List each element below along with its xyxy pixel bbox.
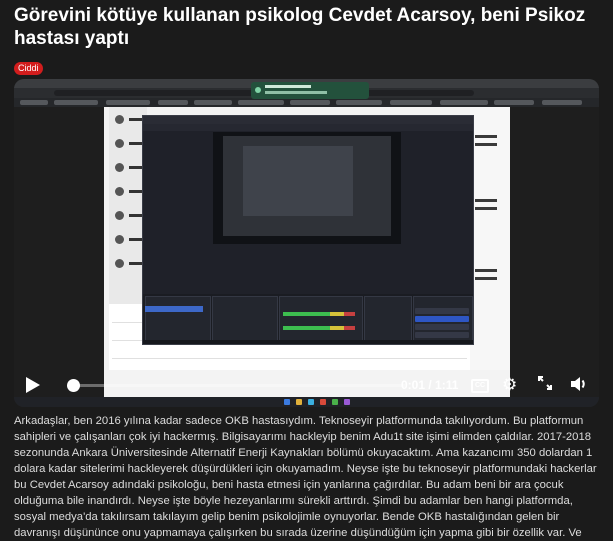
list-item [475, 199, 497, 202]
list-item [475, 207, 497, 210]
obs-status-bar [143, 340, 473, 344]
windows-taskbar [14, 397, 599, 407]
fullscreen-icon[interactable] [538, 376, 552, 390]
time-display: 0:01 / 1:11 [401, 378, 459, 392]
category-badge[interactable]: Ciddi [14, 62, 43, 75]
studio-mode-button [415, 332, 469, 338]
bookmark [494, 100, 534, 105]
notification-text [265, 91, 327, 94]
bookmark [20, 100, 48, 105]
list-item [475, 277, 497, 280]
gear-icon[interactable]: ⚙ [502, 376, 517, 394]
progress-track[interactable] [69, 384, 405, 387]
notification-title [265, 85, 311, 88]
avatar [115, 211, 124, 220]
avatar [115, 139, 124, 148]
avatar [115, 259, 124, 268]
obs-menu-bar [143, 124, 473, 131]
avatar [115, 163, 124, 172]
obs-preview [213, 132, 401, 244]
transitions-dock [364, 296, 412, 344]
sources-dock [212, 296, 278, 344]
obs-icon [255, 87, 261, 93]
video-player[interactable]: 0:01 / 1:11 CC ⚙ [14, 79, 599, 407]
bookmark [542, 100, 582, 105]
audio-mixer-dock [279, 296, 363, 344]
desktop-background-left [14, 107, 104, 397]
bookmark [238, 100, 284, 105]
desktop-background-right [510, 107, 599, 397]
play-icon[interactable] [26, 377, 40, 393]
bookmark [336, 100, 382, 105]
bookmark [290, 100, 330, 105]
table-row [112, 358, 467, 359]
bookmark [390, 100, 432, 105]
preview-nested-screen [243, 146, 353, 216]
bookmark [440, 100, 488, 105]
stop-recording-button [415, 316, 469, 322]
post-body: Arkadaşlar, ben 2016 yılına kadar sadece… [14, 415, 597, 539]
taskbar-icon [332, 399, 338, 405]
bookmark [158, 100, 188, 105]
list-item [475, 269, 497, 272]
taskbar-icon [320, 399, 326, 405]
audio-meter [283, 326, 355, 330]
virtual-camera-button [415, 324, 469, 330]
bookmark [54, 100, 98, 105]
list-item [475, 135, 497, 138]
forum-side-panel [470, 107, 510, 370]
scene-item-selected [145, 306, 203, 312]
obs-title-bar [143, 116, 473, 124]
list-item [475, 143, 497, 146]
taskbar-icon [284, 399, 290, 405]
start-streaming-button [415, 308, 469, 314]
obs-notification [251, 82, 369, 99]
taskbar-icon [344, 399, 350, 405]
avatar [115, 235, 124, 244]
avatar [115, 115, 124, 124]
taskbar-icon [296, 399, 302, 405]
bookmark [106, 100, 150, 105]
bookmark [194, 100, 232, 105]
cc-icon[interactable]: CC [471, 379, 489, 393]
taskbar-icon [308, 399, 314, 405]
avatar [115, 187, 124, 196]
scenes-dock [145, 296, 211, 344]
obs-window [142, 115, 474, 345]
post-title: Görevini kötüye kullanan psikolog Cevdet… [14, 5, 586, 49]
volume-icon[interactable] [570, 376, 588, 392]
audio-meter [283, 312, 355, 316]
